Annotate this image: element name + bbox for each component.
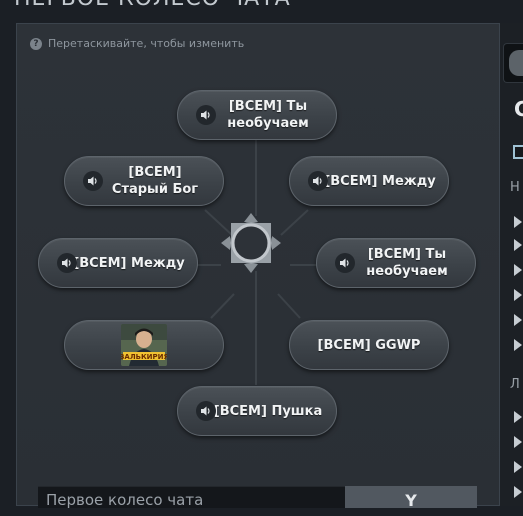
expand-arrow-icon[interactable] — [514, 486, 522, 498]
expand-arrow-icon[interactable] — [514, 264, 522, 276]
wheel-slot-top-right[interactable]: [ВСЕМ] Между — [289, 156, 449, 206]
speaker-icon — [83, 171, 103, 191]
expand-arrow-icon[interactable] — [514, 339, 522, 351]
expand-arrow-icon[interactable] — [514, 314, 522, 326]
wheel-slot-top-left[interactable]: [ВСЕМ] Старый Бог — [64, 156, 224, 206]
speaker-icon — [196, 105, 216, 125]
meme-sticker: ВАЛЬКИРИЯ — [121, 324, 167, 366]
expand-arrow-icon[interactable] — [514, 436, 522, 448]
speaker-icon — [308, 171, 328, 191]
wheel-name-input[interactable]: Первое колесо чата — [38, 486, 345, 509]
sidebar-checkbox[interactable] — [513, 145, 523, 159]
sidebar-heading: С — [514, 97, 523, 121]
expand-arrow-icon[interactable] — [514, 289, 522, 301]
svg-text:ВАЛЬКИРИЯ: ВАЛЬКИРИЯ — [121, 353, 167, 361]
sidebar-section-letter: Л — [510, 377, 520, 392]
wheel-slot-top[interactable]: [ВСЕМ] Ты необучаем — [177, 90, 337, 140]
wheel-slot-label: [ВСЕМ] GGWP — [317, 337, 421, 353]
wheel-slot-bottom-right[interactable]: [ВСЕМ] GGWP — [289, 320, 449, 370]
wheel-slot-bottom-left[interactable]: ВАЛЬКИРИЯ — [64, 320, 224, 370]
hotkey-button[interactable]: Y — [345, 486, 477, 510]
speaker-icon — [57, 253, 77, 273]
expand-arrow-icon[interactable] — [514, 461, 522, 473]
sidebar-section-letter: Н — [510, 180, 520, 195]
wheel-slot-bottom[interactable]: [ВСЕМ] Пушка — [177, 386, 337, 436]
wheel-slot-right[interactable]: [ВСЕМ] Ты необучаем — [316, 238, 476, 288]
sidebar-tile[interactable] — [503, 43, 523, 83]
expand-arrow-icon[interactable] — [514, 411, 522, 423]
expand-arrow-icon[interactable] — [514, 239, 522, 251]
speaker-icon — [196, 401, 216, 421]
wheel-center-emblem — [221, 213, 281, 273]
expand-arrow-icon[interactable] — [514, 216, 522, 228]
wheel-slot-left[interactable]: [ВСЕМ] Между — [38, 238, 198, 288]
speaker-icon — [335, 253, 355, 273]
right-sidebar: С Н Л — [500, 23, 523, 506]
